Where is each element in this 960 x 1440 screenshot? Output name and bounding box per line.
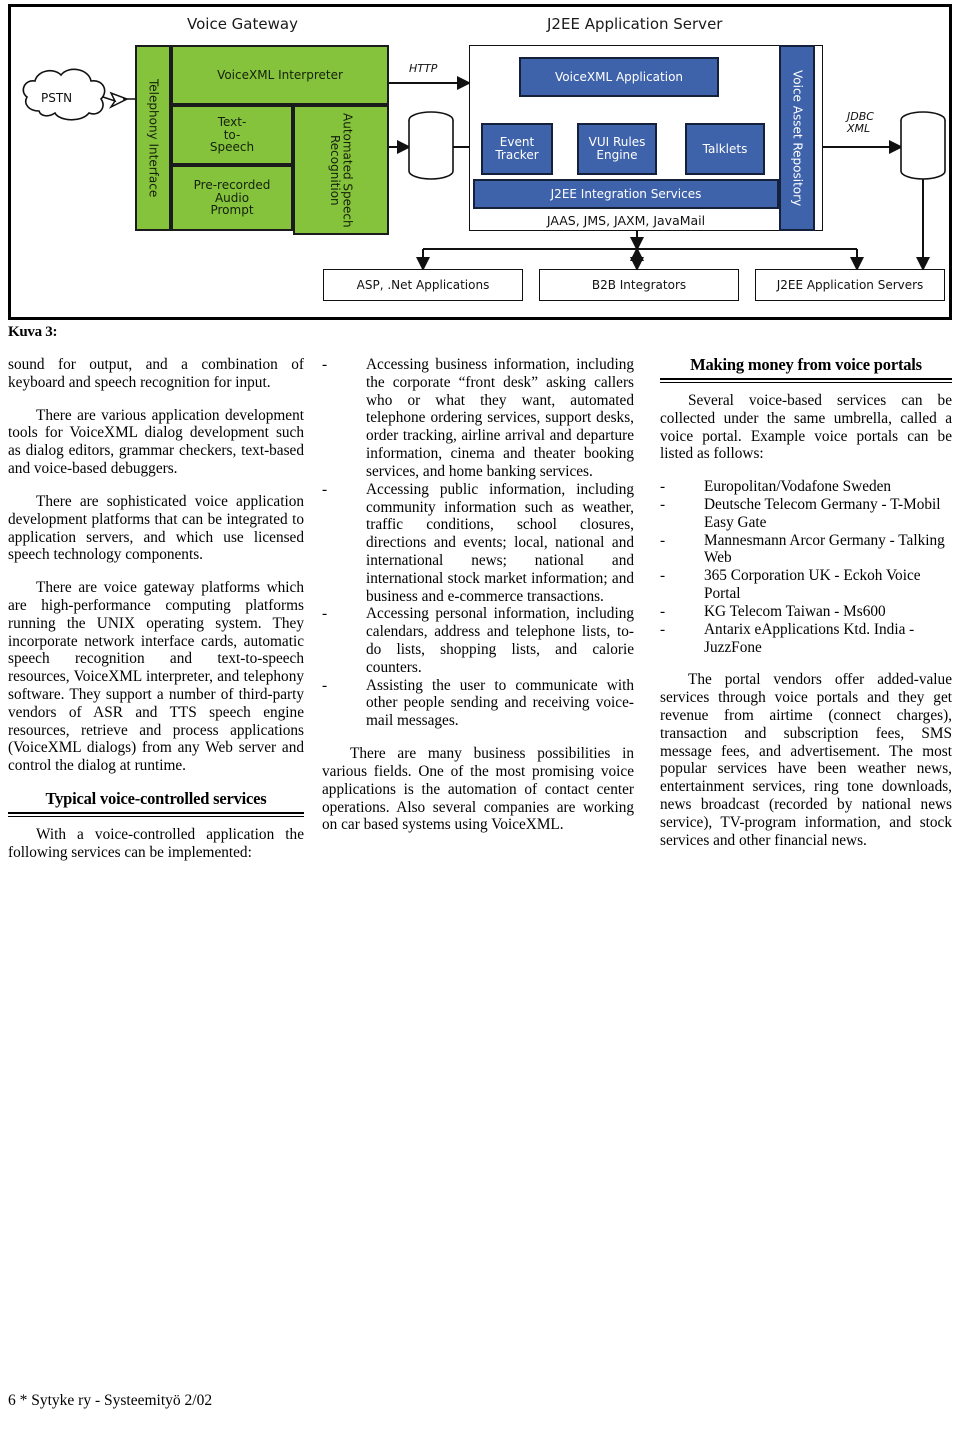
list-item-text: 365 Corporation UK - Eckoh Voice Portal: [704, 567, 921, 603]
list-item-text: Accessing public information, including …: [366, 480, 634, 605]
j2ee-integration-services-box: J2EE Integration Services: [473, 179, 779, 209]
figure-caption: Kuva 3:: [8, 324, 58, 340]
list-item-text: Accessing personal information, includin…: [366, 605, 634, 676]
heading-rule: [8, 812, 304, 818]
database-cylinder-icon-left: [408, 111, 454, 180]
services-list: - Accessing business information, includ…: [322, 356, 634, 730]
list-item: - Antarix eApplications Ktd. India - Juz…: [660, 621, 952, 657]
http-label: HTTP: [409, 62, 438, 75]
list-item-text: Assisting the user to communicate with o…: [366, 676, 634, 730]
paragraph-platforms: There are sophisticated voice applicatio…: [8, 492, 304, 564]
paragraph-portal-vendors: The portal vendors offer added-value ser…: [660, 671, 952, 849]
event-tracker-box: Event Tracker: [481, 123, 553, 175]
list-dash: -: [660, 620, 666, 638]
list-item: - 365 Corporation UK - Eckoh Voice Porta…: [660, 567, 952, 603]
java-apis-label: JAAS, JMS, JAXM, JavaMail: [546, 212, 706, 228]
j2ee-application-servers-box: J2EE Application Servers: [755, 269, 945, 301]
list-item-text: Accessing business information, includin…: [366, 356, 634, 480]
pstn-label: PSTN: [41, 91, 73, 105]
jdbc-xml-label: JDBC XML: [847, 110, 874, 135]
text-column-3: Making money from voice portals Several …: [660, 355, 952, 849]
list-item: - Accessing personal information, includ…: [322, 605, 634, 676]
list-item-text: Europolitan/Vodafone Sweden: [704, 478, 892, 496]
list-item: - Accessing business information, includ…: [322, 356, 634, 481]
architecture-diagram: Voice Gateway J2EE Application Server PS…: [8, 4, 952, 320]
heading-rule: [660, 377, 952, 383]
list-dash: -: [660, 531, 666, 549]
paragraph-business-possibilities: There are many business possibilities in…: [322, 745, 634, 834]
voicexml-interpreter-box: VoiceXML Interpreter: [171, 45, 389, 105]
section-heading-making-money: Making money from voice portals: [690, 355, 922, 374]
voice-portals-list: - Europolitan/Vodafone Sweden - Deutsche…: [660, 478, 952, 656]
text-column-2: - Accessing business information, includ…: [322, 356, 634, 834]
list-item: - Mannesmann Arcor Germany - Talking Web: [660, 532, 952, 568]
list-item: - Accessing public information, includin…: [322, 481, 634, 606]
list-dash: -: [660, 496, 666, 514]
talklets-box: Talklets: [685, 123, 765, 175]
j2ee-app-server-title: J2EE Application Server: [547, 15, 723, 33]
list-dash: -: [322, 356, 328, 373]
list-dash: -: [322, 605, 328, 623]
diagram-canvas: Voice Gateway J2EE Application Server PS…: [11, 7, 949, 317]
page-footer: 6 * Sytyke ry - Systeemityö 2/02: [8, 1392, 213, 1409]
list-dash: -: [660, 567, 666, 585]
paragraph-implemented-intro: With a voice-controlled application the …: [8, 826, 304, 861]
telephony-interface-box: Telephony Interface: [135, 45, 171, 231]
section-heading-typical-services: Typical voice-controlled services: [45, 789, 267, 809]
list-item-text: Mannesmann Arcor Germany - Talking Web: [704, 531, 945, 567]
list-dash: -: [660, 478, 666, 496]
paragraph-dev-tools: There are various application developmen…: [8, 406, 304, 478]
asp-net-applications-box: ASP, .Net Applications: [323, 269, 523, 301]
list-item: - Europolitan/Vodafone Sweden: [660, 478, 952, 496]
list-item-text: KG Telecom Taiwan - Ms600: [704, 602, 886, 620]
list-item-text: Antarix eApplications Ktd. India - JuzzF…: [704, 620, 915, 656]
voicexml-application-box: VoiceXML Application: [519, 57, 719, 97]
paragraph-continued: sound for output, and a combination of k…: [8, 356, 304, 391]
voice-gateway-title: Voice Gateway: [187, 15, 298, 33]
paragraph-voice-gateway: There are voice gateway platforms which …: [8, 579, 304, 775]
vui-rules-engine-box: VUI Rules Engine: [577, 123, 657, 175]
list-item: - KG Telecom Taiwan - Ms600: [660, 603, 952, 621]
list-item: - Assisting the user to communicate with…: [322, 677, 634, 730]
voice-asset-repository-box: Voice Asset Repository: [779, 45, 815, 231]
text-to-speech-box: Text- to- Speech: [171, 105, 293, 165]
database-cylinder-icon-right: [900, 111, 946, 180]
automated-speech-recognition-box: Automated Speech Recognition: [293, 105, 389, 235]
b2b-integrators-box: B2B Integrators: [539, 269, 739, 301]
prerecorded-audio-prompt-box: Pre-recorded Audio Prompt: [171, 165, 293, 231]
text-column-1: sound for output, and a combination of k…: [8, 356, 304, 862]
list-item: - Deutsche Telecom Germany - T-Mobil Eas…: [660, 496, 952, 532]
list-dash: -: [660, 602, 666, 620]
list-dash: -: [322, 480, 328, 498]
list-item-text: Deutsche Telecom Germany - T-Mobil Easy …: [704, 496, 941, 531]
list-dash: -: [322, 676, 328, 694]
paragraph-voice-portal-intro: Several voice-based services can be coll…: [660, 391, 952, 463]
